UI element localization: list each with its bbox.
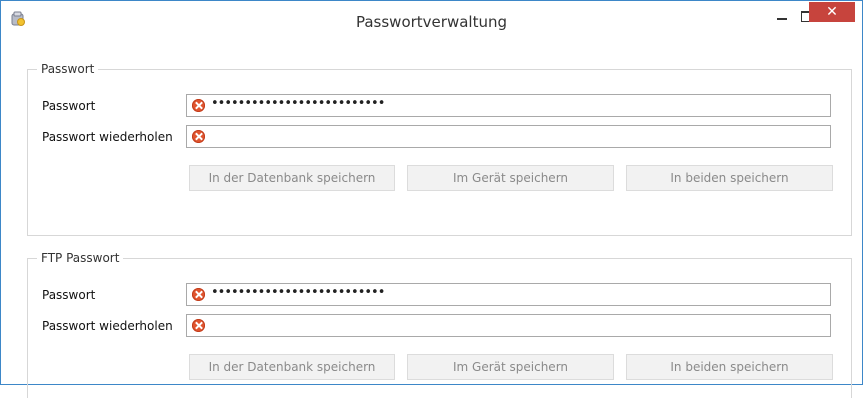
minimize-icon (777, 18, 787, 20)
error-icon (192, 288, 205, 301)
password-group: Passwort Passwort ••••••••••••••••••••••… (27, 62, 852, 236)
group-legend: Passwort (37, 62, 99, 76)
title-bar[interactable]: Passwortverwaltung ✕ (1, 1, 862, 43)
group-legend: FTP Passwort (37, 251, 124, 265)
save-to-device-button[interactable]: Im Gerät speichern (407, 165, 614, 191)
password-repeat-label: Passwort wiederholen (42, 130, 173, 144)
save-to-database-button[interactable]: In der Datenbank speichern (189, 165, 395, 191)
ftp-password-label: Passwort (42, 288, 96, 302)
error-icon (192, 319, 205, 332)
password-manager-window: Passwortverwaltung ✕ Passwort Passwort •… (0, 0, 863, 398)
ftp-save-to-database-button[interactable]: In der Datenbank speichern (189, 354, 395, 380)
close-icon: ✕ (826, 4, 838, 20)
close-button[interactable]: ✕ (809, 2, 855, 22)
error-icon (192, 99, 205, 112)
password-input[interactable]: •••••••••••••••••••••••••• (186, 94, 831, 117)
save-to-both-button[interactable]: In beiden speichern (626, 165, 833, 191)
ftp-password-input[interactable]: •••••••••••••••••••••••••• (186, 283, 831, 306)
window-content: Passwort Passwort ••••••••••••••••••••••… (1, 44, 862, 398)
password-value: •••••••••••••••••••••••••• (211, 96, 385, 111)
error-icon (192, 130, 205, 143)
ftp-password-value: •••••••••••••••••••••••••• (211, 285, 385, 300)
window-title: Passwortverwaltung (355, 13, 507, 31)
ftp-save-to-both-button[interactable]: In beiden speichern (626, 354, 833, 380)
ftp-password-repeat-label: Passwort wiederholen (42, 319, 173, 333)
password-label: Passwort (42, 99, 96, 113)
password-repeat-input[interactable] (186, 125, 831, 148)
ftp-save-to-device-button[interactable]: Im Gerät speichern (407, 354, 614, 380)
ftp-password-group: FTP Passwort Passwort ••••••••••••••••••… (27, 251, 852, 398)
ftp-password-repeat-input[interactable] (186, 314, 831, 337)
